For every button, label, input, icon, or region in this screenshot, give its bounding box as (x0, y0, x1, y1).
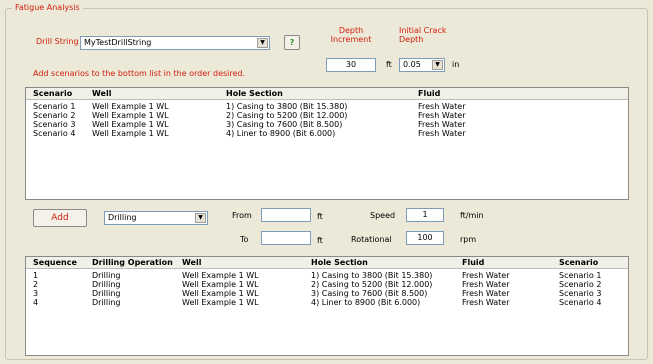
speed-input[interactable]: 1 (406, 208, 444, 222)
column-header[interactable]: Scenario (559, 258, 598, 267)
from-unit: ft (317, 212, 323, 221)
column-header[interactable]: Well (182, 258, 201, 267)
drill-string-info-button[interactable]: ? (284, 35, 300, 50)
depth-increment-input[interactable]: 30 (326, 58, 376, 72)
initial-crack-depth-value: 0.05 (403, 60, 421, 69)
to-unit: ft (317, 236, 323, 245)
drill-string-label: Drill String (36, 37, 79, 46)
table-row[interactable]: 4 Drilling Well Example 1 WL 4) Liner to… (26, 298, 628, 307)
rotational-unit: rpm (460, 235, 477, 244)
initial-crack-depth-label: Initial Crack Depth (399, 26, 447, 44)
list-item[interactable]: Scenario 3 Well Example 1 WL 3) Casing t… (26, 120, 628, 129)
rotational-label: Rotational (351, 235, 392, 244)
column-header[interactable]: Well (92, 89, 111, 98)
list-item[interactable]: Scenario 2 Well Example 1 WL 2) Casing t… (26, 111, 628, 120)
table-row[interactable]: 2 Drilling Well Example 1 WL 2) Casing t… (26, 280, 628, 289)
list-item[interactable]: Scenario 1 Well Example 1 WL 1) Casing t… (26, 102, 628, 111)
from-input[interactable] (261, 208, 311, 222)
speed-unit: ft/min (460, 211, 484, 220)
table-row[interactable]: 1 Drilling Well Example 1 WL 1) Casing t… (26, 271, 628, 280)
operation-value: Drilling (108, 213, 137, 222)
to-label: To (240, 235, 249, 244)
group-title: Fatigue Analysis (12, 3, 83, 12)
chevron-down-icon[interactable]: ▼ (195, 213, 206, 223)
rotational-input[interactable]: 100 (406, 231, 444, 245)
sequence-list-header: Sequence Drilling Operation Well Hole Se… (26, 257, 628, 269)
scenario-list[interactable]: Scenario Well Hole Section Fluid Scenari… (25, 87, 629, 200)
column-header[interactable]: Fluid (418, 89, 440, 98)
drill-string-select[interactable]: MyTestDrillString ▼ (80, 36, 270, 50)
table-row[interactable]: 3 Drilling Well Example 1 WL 3) Casing t… (26, 289, 628, 298)
chevron-down-icon[interactable]: ▼ (257, 38, 268, 48)
question-icon: ? (289, 38, 295, 47)
sequence-list[interactable]: Sequence Drilling Operation Well Hole Se… (25, 256, 629, 356)
instruction-text: Add scenarios to the bottom list in the … (33, 69, 246, 78)
from-label: From (232, 211, 252, 220)
to-input[interactable] (261, 231, 311, 245)
depth-increment-label: Depth Increment (330, 26, 372, 44)
column-header[interactable]: Hole Section (226, 89, 283, 98)
list-item[interactable]: Scenario 4 Well Example 1 WL 4) Liner to… (26, 129, 628, 138)
add-button[interactable]: Add (33, 209, 87, 227)
column-header[interactable]: Scenario (33, 89, 72, 98)
chevron-down-icon[interactable]: ▼ (432, 60, 443, 70)
operation-select[interactable]: Drilling ▼ (104, 211, 208, 225)
initial-crack-depth-unit: in (452, 60, 460, 69)
column-header[interactable]: Fluid (462, 258, 484, 267)
depth-increment-unit: ft (386, 60, 392, 69)
scenario-list-header: Scenario Well Hole Section Fluid (26, 88, 628, 100)
drill-string-value: MyTestDrillString (84, 38, 152, 47)
column-header[interactable]: Hole Section (311, 258, 368, 267)
speed-label: Speed (370, 211, 396, 220)
column-header[interactable]: Drilling Operation (92, 258, 173, 267)
initial-crack-depth-select[interactable]: 0.05 ▼ (399, 58, 445, 72)
column-header[interactable]: Sequence (33, 258, 77, 267)
